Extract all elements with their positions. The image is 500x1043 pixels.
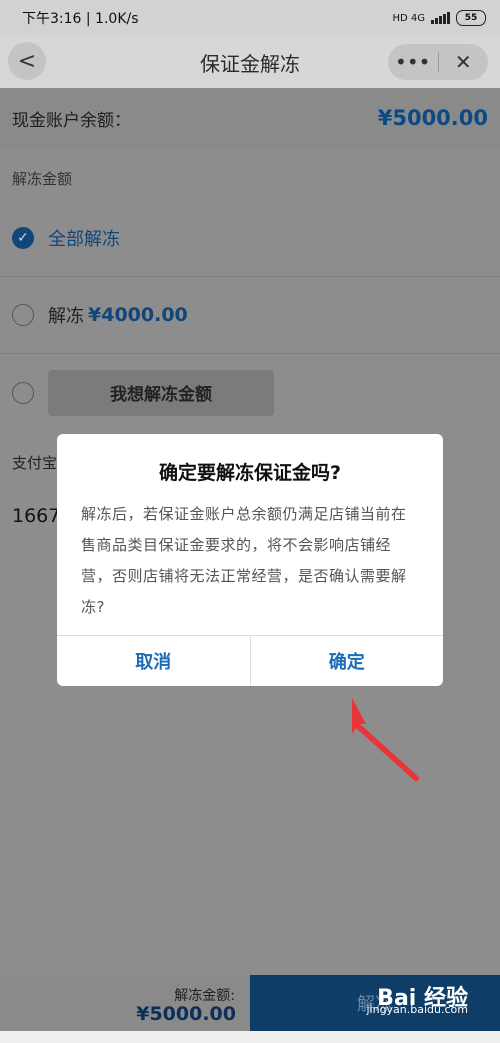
status-icons: HD 4G 55 (392, 10, 486, 26)
capsule-menu: ••• ✕ (388, 44, 488, 80)
nav-bar: < 保证金解冻 ••• ✕ (0, 36, 500, 88)
dialog-message: 解冻后，若保证金账户总余额仍满足店铺当前在售商品类目保证金要求的，将不会影响店铺… (81, 505, 407, 616)
watermark-url: jingyan.baidu.com (366, 1003, 468, 1016)
bottom-amount-value: ¥5000.00 (136, 1003, 236, 1025)
chevron-left-icon: < (17, 48, 37, 74)
dialog-buttons: 取消 确定 (57, 635, 443, 686)
close-button[interactable]: ✕ (439, 50, 489, 74)
unfreeze-options: ✓ 全部解冻 解冻 ¥4000.00 我想解冻金额 (0, 200, 500, 431)
balance-row: 现金账户余额： ¥5000.00 (0, 88, 500, 148)
radio-icon (12, 381, 34, 404)
radio-icon (12, 304, 34, 326)
option-all-label: 全部解冻 (48, 229, 120, 250)
option-all[interactable]: ✓ 全部解冻 (0, 200, 500, 277)
signal-icon (431, 12, 450, 24)
confirm-dialog: 确定要解冻保证金吗? 解冻后，若保证金账户总余额仍满足店铺当前在售商品类目保证金… (57, 434, 443, 686)
custom-amount-button[interactable]: 我想解冻金额 (48, 369, 274, 416)
check-icon: ✓ (12, 227, 34, 249)
more-button[interactable]: ••• (388, 50, 438, 74)
status-time: 下午3:16 | 1.0K/s (22, 11, 139, 27)
bottom-strip (0, 1031, 500, 1043)
bottom-amount-label: 解冻金额: (174, 988, 235, 1004)
pay-value: 1667 (12, 505, 61, 527)
balance-value: ¥5000.00 (377, 106, 488, 130)
dialog-title: 确定要解冻保证金吗? (158, 462, 342, 484)
section-label: 解冻金额 (12, 170, 73, 188)
confirm-button[interactable]: 确定 (251, 636, 444, 686)
network-indicator: HD 4G (392, 12, 425, 24)
option-partial[interactable]: 解冻 ¥4000.00 (0, 277, 500, 354)
cancel-button[interactable]: 取消 (57, 636, 250, 686)
pay-label: 支付宝 (12, 454, 58, 472)
balance-label: 现金账户余额： (12, 110, 131, 131)
back-button[interactable]: < (8, 42, 46, 80)
option-partial-amount: ¥4000.00 (88, 304, 188, 326)
page-title: 保证金解冻 (200, 51, 300, 76)
option-partial-label: 解冻 (48, 306, 84, 327)
status-bar: 下午3:16 | 1.0K/s HD 4G 55 (0, 0, 500, 36)
battery-icon: 55 (456, 10, 486, 26)
option-custom[interactable]: 我想解冻金额 (0, 354, 500, 431)
annotation-arrow-icon (352, 698, 420, 782)
